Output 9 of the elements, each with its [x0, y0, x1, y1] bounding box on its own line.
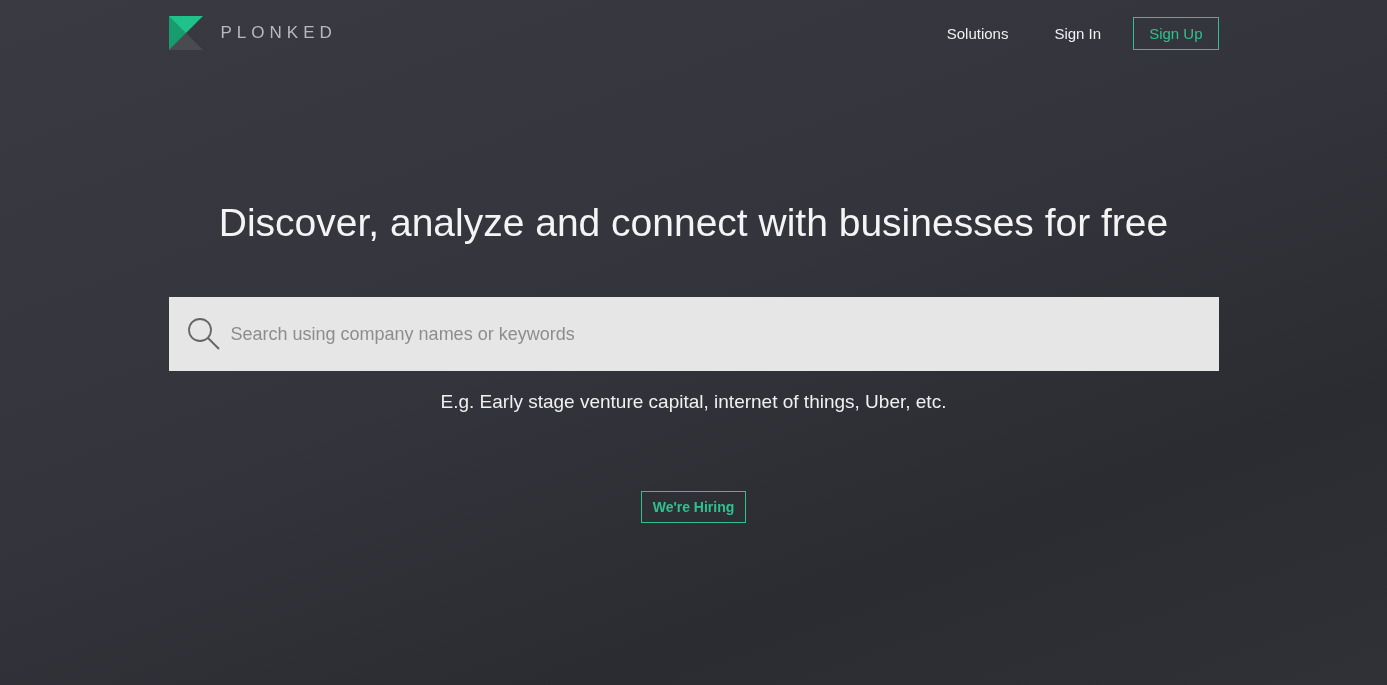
example-text: E.g. Early stage venture capital, internet of things, Uber, etc. — [439, 391, 948, 413]
logo-icon — [168, 16, 203, 50]
nav-link[interactable]: Solutions — [946, 24, 1009, 42]
brand-name: PLONKED — [220, 23, 337, 43]
nav-link[interactable]: Sign In — [1054, 24, 1102, 42]
search-field[interactable]: Search using company names or keywords — [168, 297, 1219, 371]
headline: Discover, analyze and connect with businesses for free — [217, 200, 1170, 246]
sign-up-button[interactable]: Sign Up — [1133, 16, 1219, 50]
hiring-button[interactable]: We're Hiring — [640, 491, 747, 523]
